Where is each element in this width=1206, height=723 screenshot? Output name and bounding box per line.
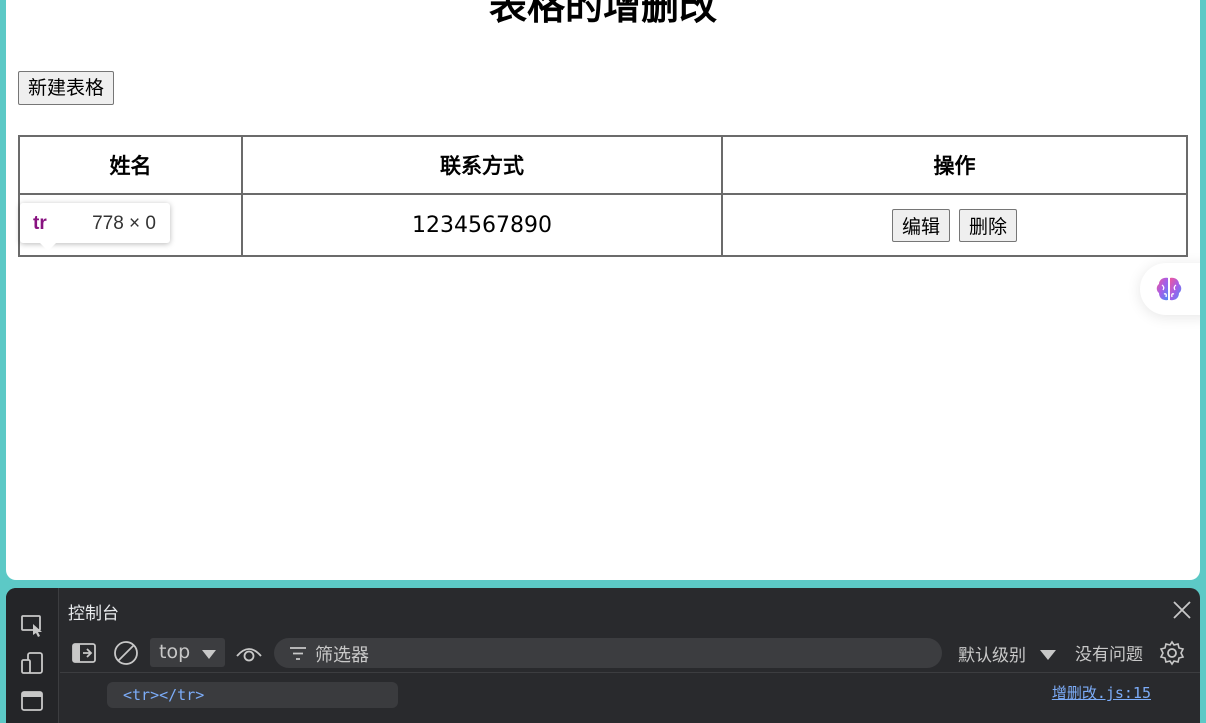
- console-message[interactable]: <tr></tr>: [107, 682, 398, 708]
- tooltip-tag: tr: [33, 213, 47, 234]
- cell-actions: 编辑 删除: [721, 193, 1188, 257]
- page-title: 表格的增删改: [488, 0, 717, 28]
- edit-button[interactable]: 编辑: [891, 208, 950, 242]
- source-link[interactable]: 增删改.js:15: [1052, 682, 1151, 703]
- filter-icon: [290, 647, 306, 660]
- devtools-panel: 控制台 top 筛选器 默认级别 没有问题 <tr></tr> 增删改.js:1…: [6, 588, 1200, 723]
- close-icon[interactable]: [1172, 600, 1192, 620]
- context-selector-value: top: [159, 641, 191, 663]
- floating-assistant-button[interactable]: [1140, 263, 1200, 315]
- divider: [60, 672, 1200, 673]
- chevron-down-icon: [1040, 650, 1056, 660]
- context-selector[interactable]: top: [150, 638, 225, 667]
- header-actions: 操作: [721, 135, 1188, 195]
- web-page: 表格的增删改 新建表格 姓名 联系方式 操作 1234567890 编辑 删除 …: [6, 0, 1200, 580]
- console-output: <tr></tr>: [123, 686, 205, 704]
- clear-console-icon[interactable]: [113, 640, 139, 666]
- new-table-button[interactable]: 新建表格: [18, 71, 115, 105]
- brain-icon: [1156, 277, 1182, 301]
- inspect-tooltip: tr 778 × 0: [20, 203, 170, 251]
- devtools-panel-title: 控制台: [68, 604, 119, 624]
- delete-button[interactable]: 删除: [959, 208, 1018, 242]
- data-table: 姓名 联系方式 操作 1234567890 编辑 删除: [18, 135, 1188, 257]
- filter-input[interactable]: 筛选器: [274, 638, 942, 668]
- header-name: 姓名: [18, 135, 243, 195]
- log-level-selector[interactable]: 默认级别: [958, 641, 1026, 666]
- sidebar-toggle-icon[interactable]: [72, 643, 96, 663]
- device-toolbar-icon[interactable]: [19, 650, 45, 676]
- inspect-element-icon[interactable]: [19, 612, 45, 638]
- filter-placeholder: 筛选器: [315, 645, 369, 666]
- tooltip-dimensions: 778 × 0: [92, 213, 156, 234]
- issues-counter[interactable]: 没有问题: [1075, 640, 1143, 665]
- cell-contact: 1234567890: [241, 193, 723, 257]
- gear-icon[interactable]: [1159, 640, 1185, 666]
- chevron-down-icon: [202, 650, 216, 659]
- header-contact: 联系方式: [241, 135, 723, 195]
- live-expression-eye-icon[interactable]: [235, 642, 263, 664]
- window-icon[interactable]: [19, 688, 45, 714]
- table-row: 1234567890 编辑 删除: [18, 193, 1188, 257]
- devtools-side-bar: [6, 588, 59, 723]
- table-header-row: 姓名 联系方式 操作: [18, 135, 1188, 195]
